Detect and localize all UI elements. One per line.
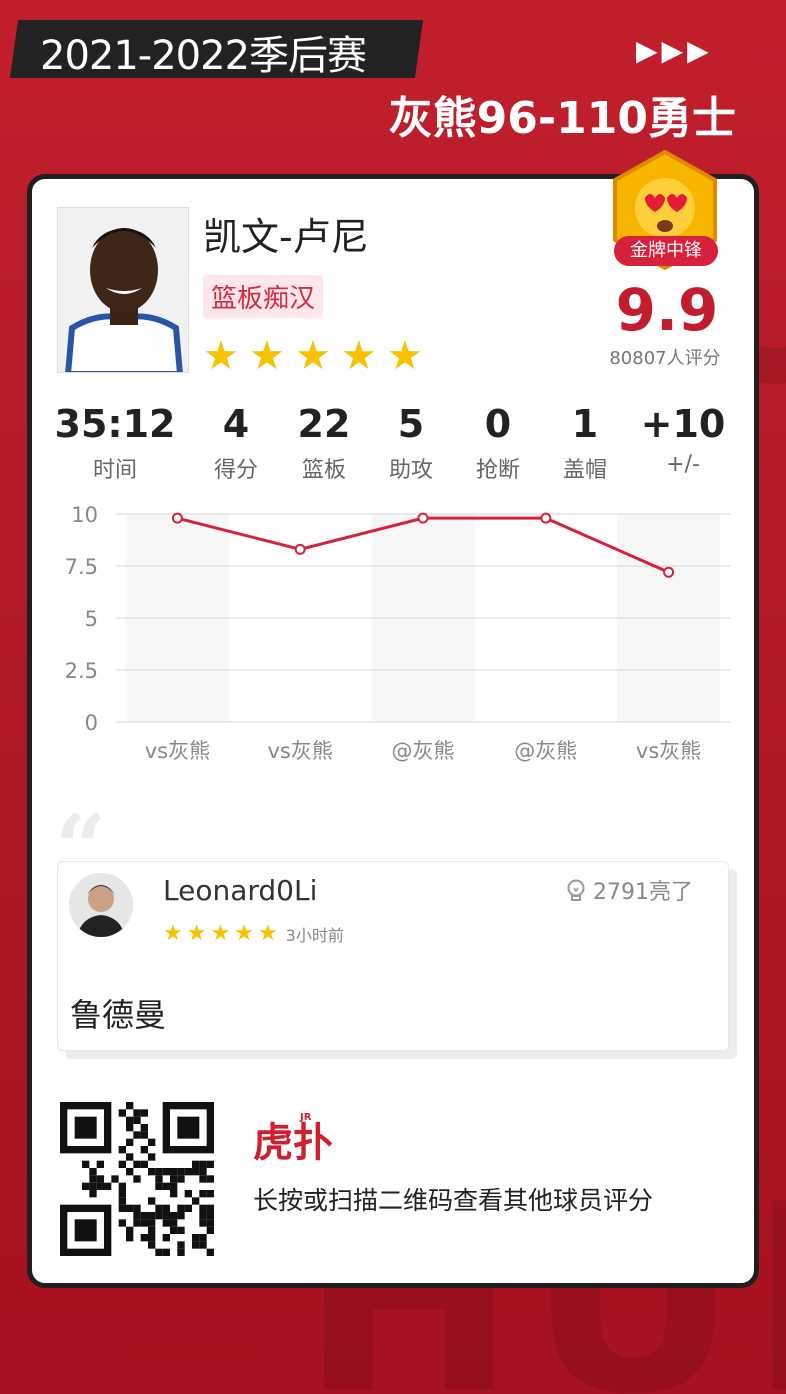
- star-icon: ★: [257, 921, 278, 946]
- stat-label: 时间: [92, 458, 137, 483]
- data-point: [663, 566, 675, 578]
- star-icon: ★: [387, 333, 423, 379]
- stat-label: +/-: [666, 452, 700, 477]
- comment-time: 3小时前: [285, 926, 344, 945]
- star-icon: ★: [163, 921, 183, 946]
- hupu-logo-jr: JR: [300, 1112, 312, 1123]
- stat-value: 4: [222, 402, 250, 446]
- y-tick-label: 2.5: [65, 659, 98, 683]
- comment-star-rating: ★ ★ ★ ★ ★ 3小时前: [163, 922, 344, 946]
- star-icon: ★: [203, 333, 239, 379]
- like-count: 2791亮了: [593, 880, 693, 905]
- lightbulb-icon: [567, 879, 585, 901]
- stat-value: 0: [484, 402, 512, 446]
- player-name: 凯文-卢尼: [203, 215, 369, 259]
- stat-value: 35:12: [54, 402, 176, 446]
- x-tick-label: @灰熊: [392, 739, 455, 763]
- stat-plus-minus: +10 +/-: [630, 400, 736, 484]
- stat-assists: 5 助攻: [366, 400, 456, 484]
- stat-value: 5: [397, 402, 425, 446]
- badge-label: 金牌中锋: [614, 236, 718, 266]
- player-rating-score: 9.9: [615, 276, 719, 344]
- stat-points: 4 得分: [190, 400, 282, 484]
- star-icon: ★: [249, 333, 285, 379]
- stat-label: 抢断: [475, 458, 520, 483]
- data-point: [294, 543, 306, 555]
- y-tick-label: 5: [85, 607, 98, 631]
- qr-code[interactable]: [60, 1102, 214, 1256]
- stat-time: 35:12 时间: [40, 400, 190, 484]
- rating-count: 80807人评分: [609, 348, 721, 369]
- y-tick-label: 10: [71, 503, 98, 527]
- player-star-rating: ★ ★ ★ ★ ★: [203, 333, 425, 379]
- star-icon: ★: [210, 921, 231, 946]
- star-icon: ★: [341, 333, 377, 379]
- comment-like-button[interactable]: 2791亮了: [565, 874, 693, 906]
- comment-text: 鲁德曼: [70, 996, 167, 1034]
- player-avatar: [57, 207, 189, 373]
- commenter-avatar[interactable]: [69, 873, 133, 937]
- stat-label: 得分: [213, 458, 258, 483]
- y-tick-label: 7.5: [65, 555, 98, 579]
- rating-history-chart: 10 7.5 5 2.5 0 vs灰熊 vs灰熊 @灰熊 @灰熊 vs灰熊: [65, 503, 730, 763]
- game-score-title: 灰熊96-110勇士: [388, 93, 736, 144]
- stat-steals: 0 抢断: [456, 400, 540, 484]
- stat-value: +10: [640, 402, 726, 446]
- forward-arrows-icon: ▶▶▶: [636, 34, 713, 67]
- star-icon: ★: [186, 921, 207, 946]
- star-icon: ★: [295, 333, 331, 379]
- hupu-logo: 虎扑: [253, 1119, 333, 1166]
- stats-row: 35:12 时间 4 得分 22 篮板 5 助攻 0 抢断 1 盖帽 +10 +…: [40, 400, 746, 484]
- y-tick-label: 0: [85, 711, 98, 735]
- data-point: [171, 512, 183, 524]
- commenter-username[interactable]: Leonard0Li: [163, 874, 317, 907]
- x-tick-label: vs灰熊: [636, 739, 701, 763]
- x-tick-label: vs灰熊: [145, 739, 210, 763]
- player-tag-badge: 篮板痴汉: [203, 275, 324, 318]
- stat-value: 22: [297, 402, 351, 446]
- data-point: [540, 512, 552, 524]
- x-tick-label: @灰熊: [514, 739, 577, 763]
- x-tick-label: vs灰熊: [268, 739, 333, 763]
- season-title: 2021-2022季后赛: [40, 33, 367, 79]
- stat-label: 篮板: [301, 458, 346, 483]
- stat-label: 助攻: [388, 458, 433, 483]
- stat-rebounds: 22 篮板: [282, 400, 366, 484]
- qr-instruction-text: 长按或扫描二维码查看其他球员评分: [253, 1186, 654, 1215]
- stat-blocks: 1 盖帽: [540, 400, 630, 484]
- star-icon: ★: [234, 921, 254, 946]
- data-point: [417, 512, 429, 524]
- stat-value: 1: [571, 402, 599, 446]
- stat-label: 盖帽: [562, 458, 607, 483]
